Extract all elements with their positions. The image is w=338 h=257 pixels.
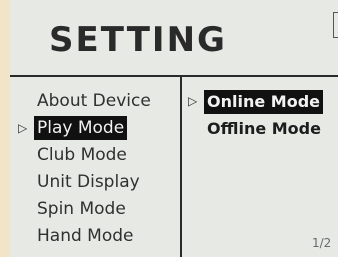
menu-item-spin-mode[interactable]: Spin Mode xyxy=(10,196,180,223)
menu-item-label: Play Mode xyxy=(34,116,128,140)
play-mode-submenu: ▷ Online Mode Offline Mode xyxy=(186,88,338,142)
page-title: SETTING xyxy=(49,20,227,60)
menu-item-unit-display[interactable]: Unit Display xyxy=(10,169,180,196)
menu-item-club-mode[interactable]: Club Mode xyxy=(10,142,180,169)
menu-item-play-mode[interactable]: ▷ Play Mode xyxy=(10,115,180,142)
submenu-item-online-mode[interactable]: ▷ Online Mode xyxy=(186,88,338,115)
bracket-icon xyxy=(333,12,338,38)
settings-menu: About Device ▷ Play Mode Club Mode Unit … xyxy=(10,88,180,250)
menu-item-label: Club Mode xyxy=(37,145,127,165)
submenu-item-offline-mode[interactable]: Offline Mode xyxy=(186,115,338,142)
page-indicator: 1/2 xyxy=(312,236,332,250)
header-divider xyxy=(10,75,338,77)
submenu-item-label: Offline Mode xyxy=(207,119,321,138)
menu-item-label: Spin Mode xyxy=(37,199,126,219)
selection-cursor-icon: ▷ xyxy=(188,94,198,108)
selection-cursor-icon: ▷ xyxy=(18,121,28,135)
column-divider xyxy=(180,77,182,257)
menu-item-hand-mode[interactable]: Hand Mode xyxy=(10,223,180,250)
menu-item-label: About Device xyxy=(37,91,151,111)
lcd-screen: SETTING About Device ▷ Play Mode Club Mo… xyxy=(10,0,338,257)
menu-item-about-device[interactable]: About Device xyxy=(10,88,180,115)
menu-item-label: Unit Display xyxy=(37,172,140,192)
menu-item-label: Hand Mode xyxy=(37,226,134,246)
submenu-item-label: Online Mode xyxy=(204,90,323,114)
